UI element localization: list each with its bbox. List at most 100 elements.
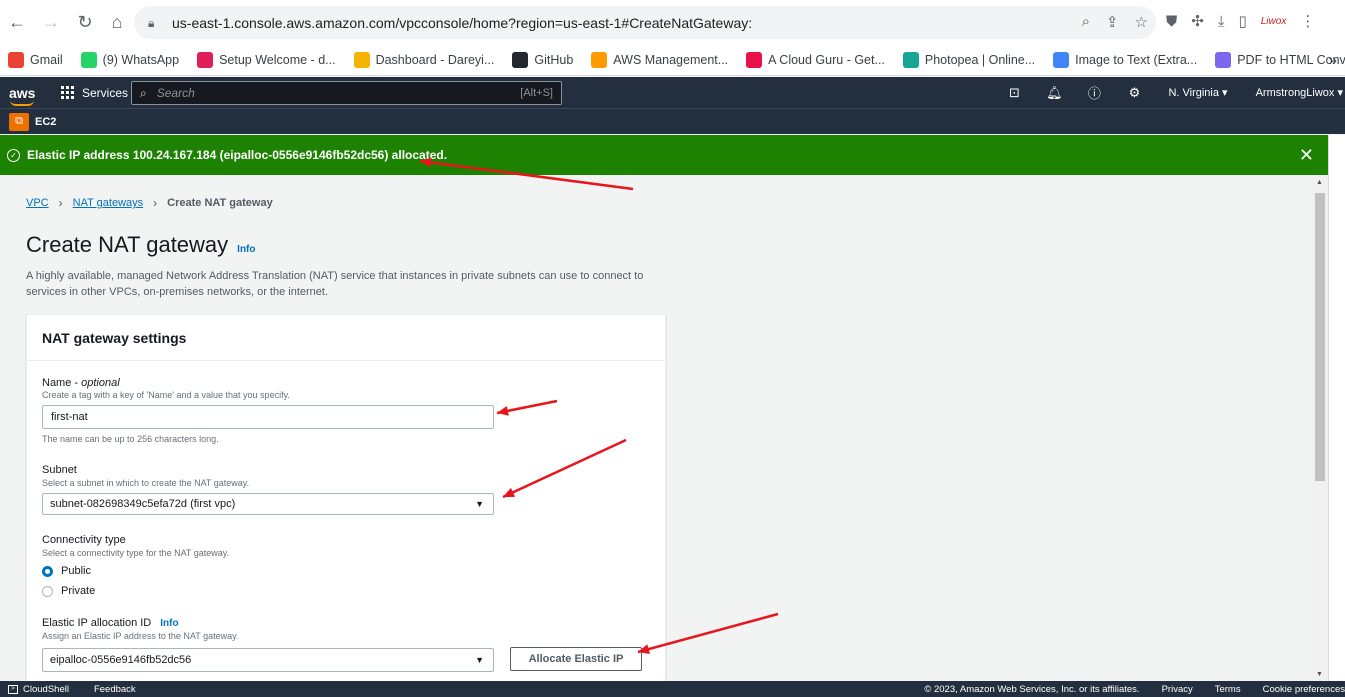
flash-message: Elastic IP address 100.24.167.184 (eipal… <box>27 148 448 162</box>
bookmark-favicon-icon <box>591 52 608 68</box>
console-footer: > CloudShell Feedback © 2023, Amazon Web… <box>0 681 1345 697</box>
bookmark-item[interactable]: Image to Text (Extra... <box>1053 52 1197 68</box>
address-bar[interactable]: 🔒︎ us-east-1.console.aws.amazon.com/vpcc… <box>134 6 1156 39</box>
bookmark-item[interactable]: GitHub <box>512 52 573 68</box>
bookmark-favicon-icon <box>902 52 919 68</box>
name-input[interactable]: first-nat <box>42 405 494 429</box>
bookmark-favicon-icon <box>8 52 24 68</box>
bookmark-favicon-icon <box>1053 52 1070 68</box>
cloudshell-button[interactable]: > CloudShell <box>8 684 69 695</box>
aws-logo[interactable]: aws <box>9 85 39 106</box>
shield-extension-icon[interactable]: ⛊ <box>1166 13 1177 30</box>
eip-value: eipalloc-0556e9146fb52dc56 <box>50 654 192 666</box>
region-selector[interactable]: N. Virginia ▾ <box>1168 86 1227 99</box>
radio-selected-icon <box>42 565 53 577</box>
search-placeholder: Search <box>156 86 195 100</box>
profile-avatar[interactable]: Liwox <box>1261 16 1287 27</box>
aws-global-nav: aws Services ⌕ Search [Alt+S] ⊡ 🔔︎ ⓘ ⚙ N… <box>0 77 1345 108</box>
bookmark-favicon-icon <box>1215 52 1232 68</box>
sidepanel-icon[interactable]: ▯ <box>1238 12 1246 30</box>
breadcrumb-nat-gateways[interactable]: NAT gateways <box>73 197 144 209</box>
name-constraint: The name can be up to 256 characters lon… <box>42 434 219 444</box>
terminal-icon: > <box>8 684 18 694</box>
bookmark-item[interactable]: PDF to HTML Conv... <box>1215 52 1345 68</box>
page-description: A highly available, managed Network Addr… <box>26 270 644 298</box>
bookmark-label: AWS Management... <box>613 53 729 67</box>
account-menu[interactable]: ArmstrongLiwox ▾ <box>1256 86 1343 99</box>
feedback-link[interactable]: Feedback <box>94 684 136 695</box>
radio-public-label: Public <box>61 565 91 577</box>
bookmark-favicon-icon <box>512 52 529 68</box>
success-check-icon: ✓ <box>7 148 20 162</box>
caret-down-icon: ▼ <box>475 655 484 665</box>
bookmark-item[interactable]: AWS Management... <box>591 52 728 68</box>
bookmark-item[interactable]: Photopea | Online... <box>902 52 1036 68</box>
zoom-icon[interactable]: ⌕ <box>1082 13 1090 31</box>
browser-toolbar: ← → ↻ ⌂ 🔒︎ us-east-1.console.aws.amazon.… <box>0 0 1345 45</box>
star-icon[interactable]: ☆ <box>1135 13 1148 31</box>
panel-header: NAT gateway settings <box>27 315 665 361</box>
bookmark-favicon-icon <box>197 52 214 68</box>
cookie-preferences-link[interactable]: Cookie preferences <box>1263 684 1345 695</box>
bookmark-item[interactable]: A Cloud Guru - Get... <box>746 52 885 68</box>
subnet-description: Select a subnet in which to create the N… <box>42 478 250 488</box>
search-input[interactable]: ⌕ Search [Alt+S] <box>131 81 562 105</box>
allocate-elastic-ip-button[interactable]: Allocate Elastic IP <box>510 647 642 671</box>
help-icon[interactable]: ⓘ <box>1074 83 1114 102</box>
url-text: us-east-1.console.aws.amazon.com/vpccons… <box>172 14 753 31</box>
notifications-icon[interactable]: 🔔︎ <box>1034 85 1074 101</box>
download-icon[interactable]: ⤓ <box>1218 13 1225 30</box>
eip-info-link[interactable]: Info <box>160 618 178 629</box>
home-icon[interactable]: ⌂ <box>104 10 130 36</box>
lock-icon: 🔒︎ <box>148 15 155 30</box>
scroll-up-icon[interactable]: ▲ <box>1316 179 1323 186</box>
privacy-link[interactable]: Privacy <box>1162 684 1193 695</box>
page-scrollbar[interactable]: ▲ ▼ <box>1312 175 1328 681</box>
eip-select[interactable]: eipalloc-0556e9146fb52dc56 ▼ <box>42 648 494 672</box>
bookmark-label: (9) WhatsApp <box>102 53 180 67</box>
bookmark-label: Setup Welcome - d... <box>219 53 336 67</box>
subnet-select[interactable]: subnet-082698349c5efa72d (first vpc) ▼ <box>42 493 494 515</box>
radio-private[interactable]: Private <box>42 585 95 597</box>
radio-unselected-icon <box>42 585 53 597</box>
info-link[interactable]: Info <box>237 244 255 255</box>
subnet-label: Subnet <box>42 464 77 476</box>
breadcrumb: VPC › NAT gateways › Create NAT gateway <box>26 196 273 210</box>
menu-icon[interactable]: ⋮ <box>1300 12 1315 30</box>
grid-icon <box>61 86 74 99</box>
copyright-text: © 2023, Amazon Web Services, Inc. or its… <box>924 683 1140 695</box>
bookmarks-bar: Gmail (9) WhatsApp Setup Welcome - d... Das… <box>0 45 1345 76</box>
services-menu[interactable]: Services <box>61 86 128 100</box>
bookmark-label: Photopea | Online... <box>924 53 1036 67</box>
bookmark-label: Gmail <box>30 53 63 67</box>
bookmark-label: Image to Text (Extra... <box>1075 53 1198 67</box>
ec2-link[interactable]: EC2 <box>35 116 56 128</box>
scroll-thumb[interactable] <box>1315 193 1325 481</box>
scroll-down-icon[interactable]: ▼ <box>1316 671 1323 678</box>
main-content: VPC › NAT gateways › Create NAT gateway … <box>0 175 1312 681</box>
breadcrumb-current: Create NAT gateway <box>167 197 273 209</box>
close-icon[interactable]: ✕ <box>1299 145 1314 166</box>
bookmarks-overflow-icon[interactable]: » <box>1329 52 1337 69</box>
bookmark-label: GitHub <box>534 53 574 67</box>
terms-link[interactable]: Terms <box>1215 684 1241 695</box>
puzzle-extension-icon[interactable]: ✣ <box>1191 12 1204 30</box>
reload-icon[interactable]: ↻ <box>72 10 98 36</box>
bookmark-item[interactable]: (9) WhatsApp <box>80 52 180 68</box>
forward-icon[interactable]: → <box>38 10 64 36</box>
share-icon[interactable]: ⇪ <box>1106 13 1119 31</box>
search-icon: ⌕ <box>140 85 147 100</box>
bookmark-item[interactable]: Setup Welcome - d... <box>197 52 336 68</box>
chevron-right-icon: › <box>153 196 158 210</box>
bookmark-favicon-icon <box>746 52 763 68</box>
bookmark-item[interactable]: Dashboard - Dareyi... <box>353 52 495 68</box>
cloudshell-icon[interactable]: ⊡ <box>994 85 1034 101</box>
settings-icon[interactable]: ⚙ <box>1114 85 1154 101</box>
subnet-value: subnet-082698349c5efa72d (first vpc) <box>50 498 236 510</box>
bookmark-label: Dashboard - Dareyi... <box>375 53 495 67</box>
bookmark-item[interactable]: Gmail <box>8 52 63 68</box>
breadcrumb-vpc[interactable]: VPC <box>26 197 49 209</box>
radio-public[interactable]: Public <box>42 565 91 577</box>
connectivity-description: Select a connectivity type for the NAT g… <box>42 548 230 558</box>
back-icon[interactable]: ← <box>4 10 30 36</box>
